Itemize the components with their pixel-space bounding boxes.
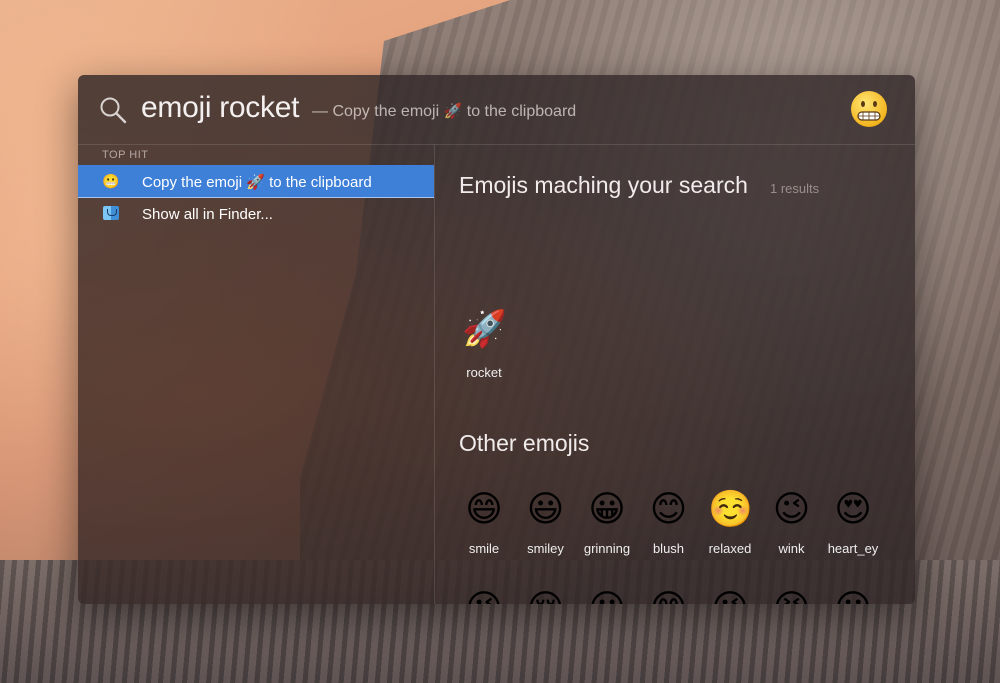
emoji-icon: 😗 bbox=[585, 586, 629, 604]
grimacing-face-icon bbox=[851, 91, 887, 127]
show-in-finder-row[interactable]: Show all in Finder... bbox=[78, 198, 434, 230]
emoji-icon: 😃 bbox=[526, 488, 565, 529]
search-icon bbox=[100, 97, 127, 124]
emoji-tile[interactable]: 😗kissing bbox=[576, 586, 638, 604]
emoji-icon: 😘 bbox=[462, 586, 506, 604]
emoji-tile-rocket[interactable]: 🚀 rocket bbox=[453, 307, 515, 387]
emoji-name: wink bbox=[778, 541, 805, 556]
emoji-icon: 😉 bbox=[772, 488, 811, 529]
emoji-icon: 😍 bbox=[834, 488, 872, 529]
emoji-icon: 😄 bbox=[465, 488, 503, 529]
emoji-tile[interactable]: 😊 blush bbox=[638, 487, 700, 567]
finder-icon bbox=[103, 206, 119, 220]
results-count: 1 results bbox=[770, 181, 820, 196]
search-bar[interactable]: emoji rocket — Copy the emoji 🚀 to the c… bbox=[78, 75, 915, 145]
search-hint: — Copy the emoji 🚀 to the clipboard bbox=[312, 103, 577, 120]
emoji-name: relaxed bbox=[708, 541, 752, 556]
search-input[interactable]: emoji rocket bbox=[141, 91, 299, 125]
emoji-icon: 😛 bbox=[831, 586, 875, 604]
emoji-tile[interactable]: 😙kissing_s bbox=[638, 586, 700, 604]
emoji-tile[interactable]: 😍 heart_ey bbox=[822, 487, 884, 567]
emoji-tile[interactable]: ☺️ relaxed bbox=[699, 487, 761, 567]
results-list: TOP HIT 😬 Copy the emoji 🚀 to the clipbo… bbox=[78, 145, 435, 604]
emoji-tile[interactable]: 😚kissing_c bbox=[515, 586, 577, 604]
emoji-tile[interactable]: 😀 grinning bbox=[576, 487, 638, 567]
emoji-name: smiley bbox=[527, 541, 564, 556]
other-title: Other emojis bbox=[459, 430, 590, 456]
rocket-icon: 🚀 bbox=[246, 174, 265, 191]
emoji-name: smile bbox=[468, 541, 500, 556]
top-hit-label: Copy the emoji 🚀 to the clipboard bbox=[142, 174, 372, 191]
emoji-icon: 😝 bbox=[770, 586, 814, 604]
emoji-name: blush bbox=[652, 541, 685, 556]
emoji-icon: 😜 bbox=[708, 586, 752, 604]
emoji-tile[interactable]: 😃 smiley bbox=[515, 487, 577, 567]
emoji-name: heart_ey bbox=[827, 541, 879, 556]
emoji-name: grinning bbox=[583, 541, 631, 556]
show-in-finder-label: Show all in Finder... bbox=[142, 206, 273, 223]
rocket-icon: 🚀 bbox=[443, 103, 463, 120]
emoji-tile[interactable]: 😄 smile bbox=[453, 487, 515, 567]
emoji-icon: 😙 bbox=[647, 586, 691, 604]
emoji-icon: 😊 bbox=[649, 488, 688, 529]
top-hit-row[interactable]: 😬 Copy the emoji 🚀 to the clipboard bbox=[78, 165, 434, 198]
section-label-top-hit: TOP HIT bbox=[102, 149, 149, 161]
emoji-tile[interactable]: 😝stuck_ou bbox=[761, 586, 823, 604]
emoji-name: rocket bbox=[466, 365, 502, 380]
preview-pane: Emojis maching your search 1 results 🚀 r… bbox=[435, 145, 915, 604]
emoji-icon: ☺️ bbox=[708, 488, 753, 529]
grimacing-face-icon: 😬 bbox=[102, 173, 120, 189]
emoji-icon: 😚 bbox=[524, 586, 568, 604]
emoji-tile[interactable]: 😜stuck_ou bbox=[699, 586, 761, 604]
emoji-tile[interactable]: 😉 wink bbox=[761, 487, 823, 567]
spotlight-window: emoji rocket — Copy the emoji 🚀 to the c… bbox=[78, 75, 915, 604]
emoji-tile[interactable]: 😛stuck_ou bbox=[822, 586, 884, 604]
emoji-tile[interactable]: 😘kissing_h bbox=[453, 586, 515, 604]
rocket-icon: 🚀 bbox=[462, 308, 507, 349]
emoji-icon: 😀 bbox=[588, 488, 626, 529]
matching-title: Emojis maching your search bbox=[459, 172, 748, 198]
